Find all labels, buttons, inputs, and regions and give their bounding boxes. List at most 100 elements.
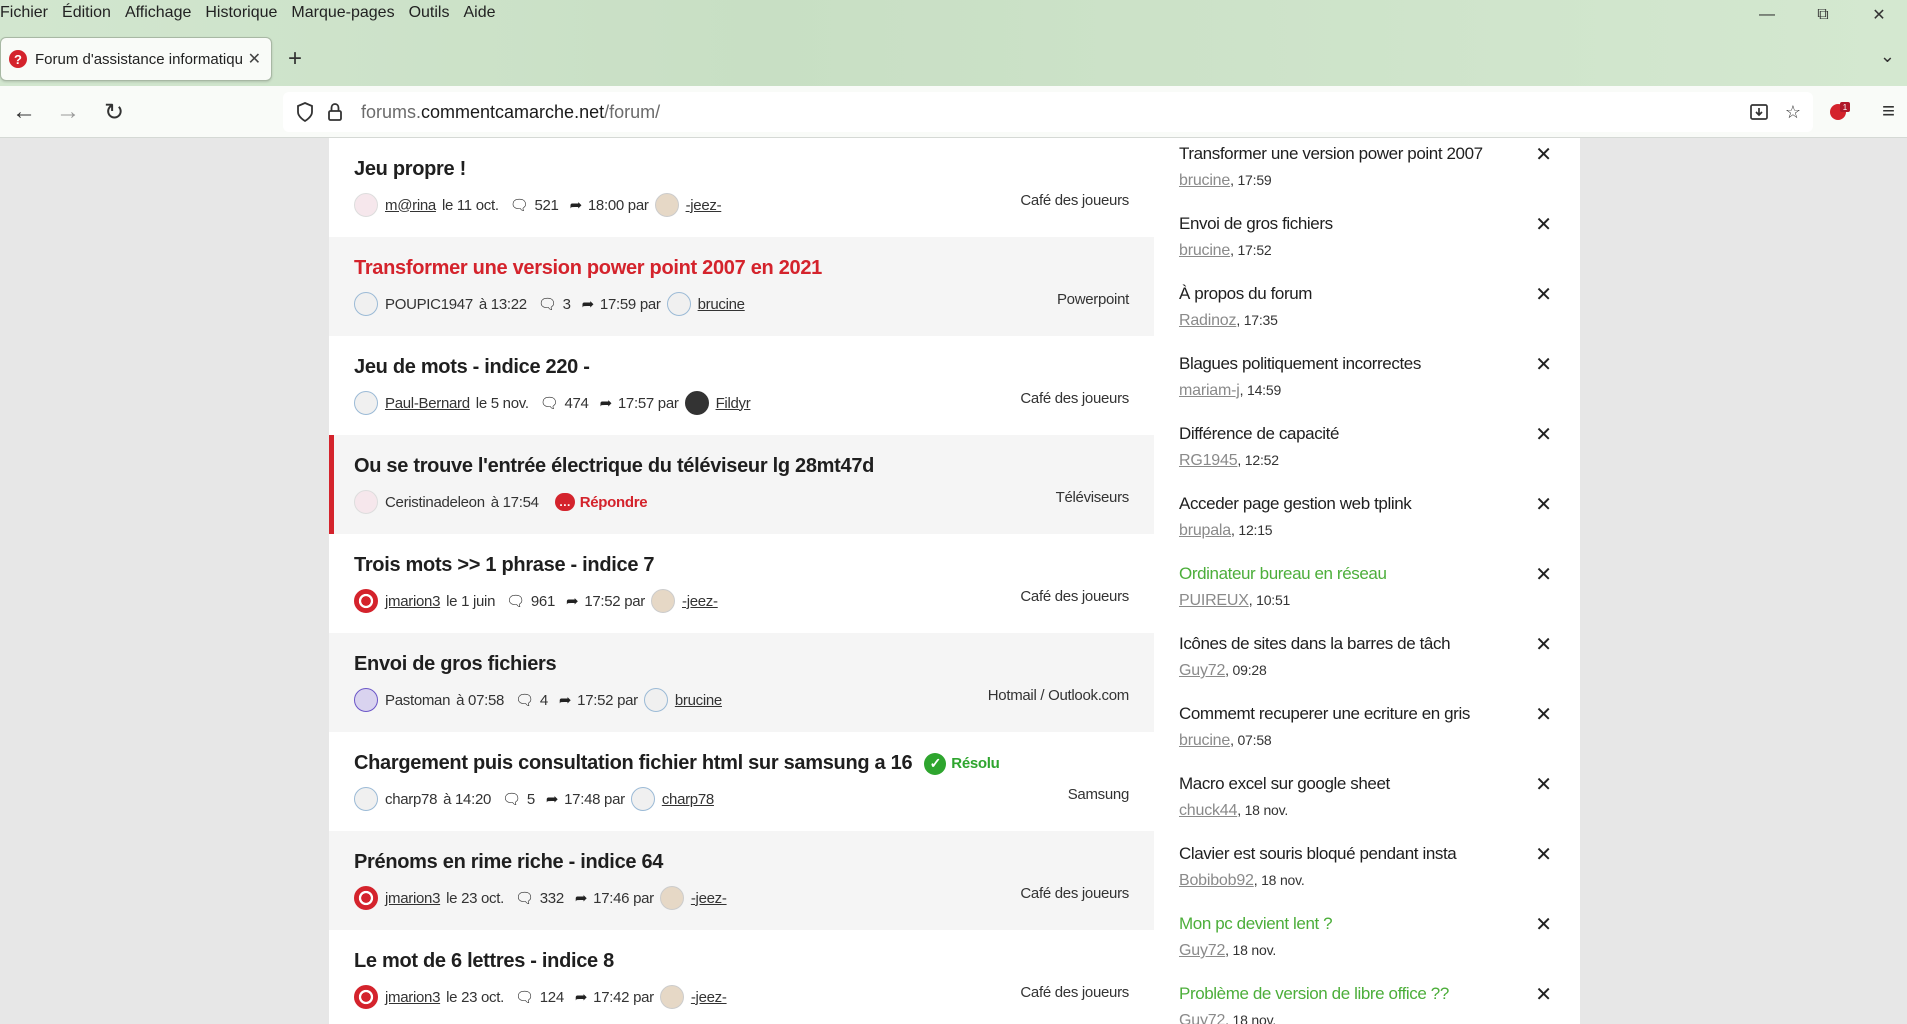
last-reply-user[interactable]: -jeez- [686,197,722,214]
avatar[interactable] [354,985,378,1009]
topic-title[interactable]: Envoi de gros fichiers [354,653,1129,676]
topic-title-text[interactable]: Le mot de 6 lettres - indice 8 [354,950,614,973]
sidebar-item-user[interactable]: Bobibob92 [1179,872,1254,889]
topic-row[interactable]: Envoi de gros fichiers Pastoman à 07:58 … [329,633,1154,732]
last-reply-user[interactable]: charp78 [662,791,714,808]
sidebar-item-user[interactable]: mariam-j [1179,382,1240,399]
new-tab-icon[interactable]: + [288,45,302,73]
topic-author[interactable]: jmarion3 [385,989,440,1006]
reload-icon[interactable]: ↻ [98,96,130,128]
last-reply-user[interactable]: -jeez- [682,593,718,610]
close-window-icon[interactable]: ✕ [1851,0,1907,30]
avatar[interactable] [666,292,691,316]
sidebar-item-user[interactable]: brupala [1179,522,1231,539]
topic-category[interactable]: Café des joueurs [1020,885,1129,902]
sidebar-item[interactable]: Acceder page gestion web tplink brupala,… [1154,492,1580,562]
sidebar-item[interactable]: Commemt recuperer une ecriture en gris b… [1154,702,1580,772]
sidebar-item-title[interactable]: À propos du forum [1179,282,1580,304]
last-reply-user[interactable]: brucine [698,296,745,313]
menu-marque-pages[interactable]: Marque-pages [284,4,401,22]
sidebar-item-title[interactable]: Transformer une version power point 2007 [1179,142,1580,164]
menu-affichage[interactable]: Affichage [118,4,198,22]
avatar[interactable] [651,589,675,613]
sidebar-item[interactable]: Icônes de sites dans la barres de tâch G… [1154,632,1580,702]
sidebar-item-title[interactable]: Icônes de sites dans la barres de tâch [1179,632,1580,654]
close-icon[interactable]: ✕ [1535,492,1552,517]
close-icon[interactable]: ✕ [1535,562,1552,587]
topic-title-text[interactable]: Ou se trouve l'entrée électrique du télé… [354,455,874,478]
sidebar-item[interactable]: Différence de capacité RG1945, 12:52 ✕ [1154,422,1580,492]
topic-author[interactable]: jmarion3 [385,593,440,610]
install-download-icon[interactable] [1747,100,1771,124]
hamburger-menu-icon[interactable]: ≡ [1882,98,1895,124]
sidebar-item-title[interactable]: Ordinateur bureau en réseau [1179,562,1580,584]
forward-icon[interactable]: → [52,96,84,128]
sidebar-item-title[interactable]: Acceder page gestion web tplink [1179,492,1580,514]
last-reply-user[interactable]: -jeez- [691,989,727,1006]
restore-icon[interactable]: ⧉ [1795,0,1851,30]
topic-title[interactable]: Prénoms en rime riche - indice 64 [354,851,1129,874]
sidebar-item-title[interactable]: Clavier est souris bloqué pendant insta [1179,842,1580,864]
topic-row[interactable]: Ou se trouve l'entrée électrique du télé… [329,435,1154,534]
close-icon[interactable]: ✕ [1535,702,1552,727]
topic-title-text[interactable]: Chargement puis consultation fichier htm… [354,752,913,775]
avatar[interactable] [643,688,668,712]
topic-category[interactable]: Powerpoint [1057,291,1129,308]
avatar[interactable] [654,193,679,217]
menu-fichier[interactable]: Fichier [0,4,55,22]
sidebar-item[interactable]: Transformer une version power point 2007… [1154,142,1580,212]
sidebar-item-user[interactable]: RG1945 [1179,452,1238,469]
url-bar[interactable]: forums.commentcamarche.net/forum/ ☆ [283,92,1813,132]
topic-row[interactable]: Chargement puis consultation fichier htm… [329,732,1154,831]
topic-category[interactable]: Samsung [1068,786,1130,803]
close-icon[interactable]: ✕ [1535,632,1552,657]
close-icon[interactable]: ✕ [1535,772,1552,797]
last-reply-user[interactable]: Fildyr [716,395,751,412]
topic-title-text[interactable]: Transformer une version power point 2007… [354,257,822,280]
back-icon[interactable]: ← [8,96,40,128]
close-icon[interactable]: ✕ [1535,982,1552,1007]
last-reply-user[interactable]: -jeez- [691,890,727,907]
avatar[interactable] [354,589,378,613]
sidebar-item-user[interactable]: chuck44 [1179,802,1237,819]
avatar[interactable] [659,886,684,910]
avatar[interactable] [354,193,378,217]
topic-title[interactable]: Trois mots >> 1 phrase - indice 7 [354,554,1129,577]
sidebar-item[interactable]: À propos du forum Radinoz, 17:35 ✕ [1154,282,1580,352]
avatar[interactable] [354,391,378,415]
topic-row[interactable]: Le mot de 6 lettres - indice 8 jmarion3 … [329,930,1154,1024]
sidebar-item-user[interactable]: Guy72 [1179,1012,1225,1024]
topic-title[interactable]: Transformer une version power point 2007… [354,257,1129,280]
sidebar-item-title[interactable]: Commemt recuperer une ecriture en gris [1179,702,1580,724]
close-icon[interactable]: ✕ [1535,282,1552,307]
topic-title[interactable]: Chargement puis consultation fichier htm… [354,752,1129,775]
sidebar-item-user[interactable]: Radinoz [1179,312,1237,329]
sidebar-item-title[interactable]: Problème de version de libre office ?? [1179,982,1580,1004]
avatar[interactable] [659,985,684,1009]
topic-row[interactable]: Jeu de mots - indice 220 - Paul-Bernard … [329,336,1154,435]
sidebar-item-title[interactable]: Différence de capacité [1179,422,1580,444]
close-icon[interactable]: ✕ [1535,422,1552,447]
avatar[interactable] [684,391,709,415]
topic-title[interactable]: Ou se trouve l'entrée électrique du télé… [354,455,1129,478]
sidebar-item-title[interactable]: Mon pc devient lent ? [1179,912,1580,934]
sidebar-item-title[interactable]: Macro excel sur google sheet [1179,772,1580,794]
avatar[interactable] [354,292,378,316]
sidebar-item[interactable]: Macro excel sur google sheet chuck44, 18… [1154,772,1580,842]
sidebar-item-user[interactable]: brucine [1179,172,1230,189]
browser-tab[interactable]: ? Forum d'assistance informatique ✕ [0,37,272,81]
tab-list-chevron-icon[interactable]: ⌄ [1880,46,1895,67]
avatar[interactable] [354,490,378,514]
sidebar-item-user[interactable]: PUIREUX [1179,592,1249,609]
topic-title[interactable]: Le mot de 6 lettres - indice 8 [354,950,1129,973]
topic-author[interactable]: m@rina [385,197,436,214]
url-text[interactable]: forums.commentcamarche.net/forum/ [361,102,660,123]
topic-category[interactable]: Café des joueurs [1020,192,1129,209]
reply-button[interactable]: … Répondre [554,493,648,511]
topic-title[interactable]: Jeu propre ! [354,158,1129,181]
close-icon[interactable]: ✕ [1535,912,1552,937]
avatar[interactable] [354,787,378,811]
sidebar-item[interactable]: Mon pc devient lent ? Guy72, 18 nov. ✕ [1154,912,1580,982]
topic-category[interactable]: Hotmail / Outlook.com [988,687,1130,704]
topic-author[interactable]: jmarion3 [385,890,440,907]
